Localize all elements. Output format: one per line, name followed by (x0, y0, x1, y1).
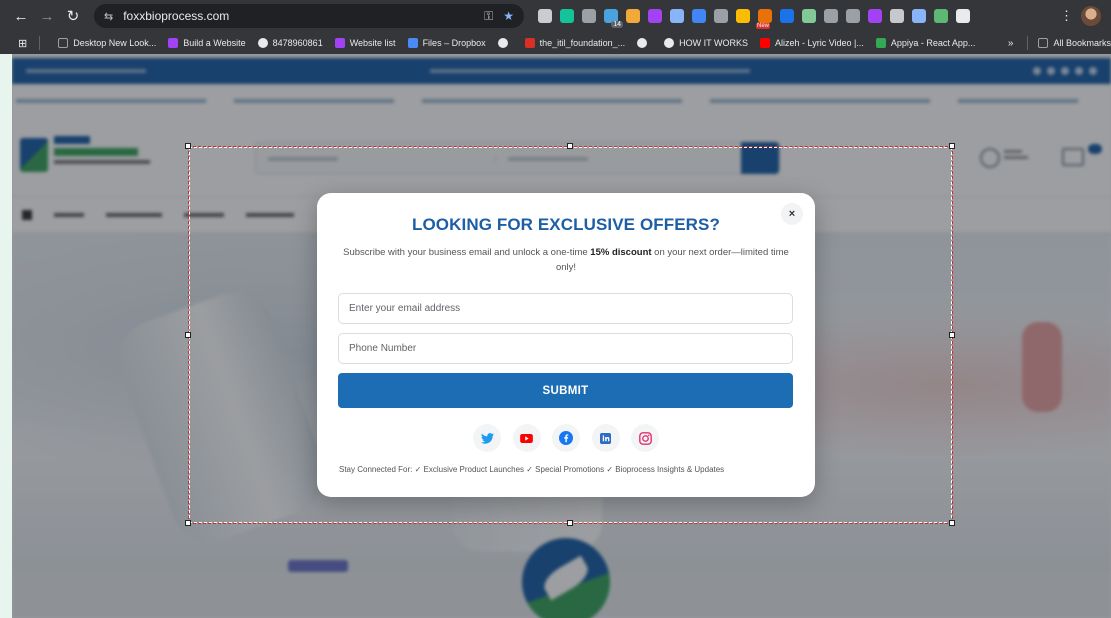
bookmarks-bar: ⊞ Desktop New Look... Build a Website 8478… (0, 32, 1111, 54)
youtube-icon[interactable] (512, 424, 541, 452)
popup-description: Subscribe with your business email and u… (341, 245, 791, 275)
extension-icon[interactable] (582, 9, 596, 23)
back-arrow-icon[interactable]: ← (8, 3, 34, 29)
bookmark-label: Alizeh - Lyric Video |... (775, 38, 864, 48)
social-links (473, 424, 659, 452)
bookmark-item[interactable] (497, 38, 513, 48)
resize-handle[interactable] (185, 332, 191, 338)
more-bookmarks-button[interactable]: » (1008, 38, 1014, 49)
tab-counter-icon[interactable]: 14 (604, 9, 623, 28)
apps-grid-icon[interactable]: ⊞ (18, 37, 27, 50)
resize-handle[interactable] (567, 520, 573, 526)
subscribe-popup: × LOOKING FOR EXCLUSIVE OFFERS? Subscrib… (317, 193, 815, 497)
extension-icon[interactable] (714, 9, 728, 23)
globe-icon (257, 38, 268, 48)
bookmark-label: the_itil_foundation_... (539, 38, 626, 48)
site-icon (168, 38, 179, 48)
resize-handle[interactable] (567, 143, 573, 149)
resize-handle[interactable] (949, 332, 955, 338)
bookmarks-divider (1027, 36, 1029, 50)
resize-handle[interactable] (185, 143, 191, 149)
address-bar[interactable]: ⇆ foxxbioprocess.com ⚿ ★ (94, 4, 524, 28)
profile-avatar[interactable] (1081, 6, 1101, 26)
bookmark-label: HOW IT WORKS (679, 38, 749, 48)
phone-field[interactable] (338, 333, 793, 364)
discount-text: 15% discount (590, 247, 652, 258)
desc-text: Subscribe with your business email and u… (343, 247, 591, 258)
bookmark-item[interactable]: Build a Website (168, 38, 246, 48)
folder-icon (58, 38, 69, 48)
dropbox-icon (407, 38, 418, 48)
bookmark-label: Appiya - React App... (890, 38, 976, 48)
facebook-icon[interactable] (552, 424, 580, 452)
submit-button[interactable]: SUBMIT (338, 373, 793, 408)
instagram-icon[interactable] (631, 424, 659, 452)
app-icon (875, 38, 886, 48)
bookmark-item[interactable]: 8478960861 (257, 38, 323, 48)
browser-menu-icon[interactable]: ⋮ (1060, 8, 1073, 24)
bookmark-item[interactable]: Desktop New Look... (58, 38, 156, 48)
bookmark-label: 8478960861 (272, 38, 323, 48)
extension-icon[interactable] (934, 9, 948, 23)
reload-icon[interactable]: ↻ (60, 3, 86, 29)
bookmark-list: Desktop New Look... Build a Website 847896… (40, 38, 975, 48)
all-bookmarks-button[interactable]: All Bookmarks (1038, 38, 1111, 48)
all-bookmarks-label: All Bookmarks (1053, 38, 1111, 48)
extension-icon[interactable] (736, 9, 750, 23)
bookmark-label: Build a Website (183, 38, 246, 48)
pdf-icon (524, 38, 535, 48)
bookmark-item[interactable] (637, 38, 652, 48)
email-field[interactable] (338, 293, 793, 324)
extension-icon[interactable] (802, 9, 816, 23)
extension-icon[interactable] (780, 9, 794, 23)
site-icon (334, 38, 345, 48)
color-picker-icon[interactable] (626, 9, 640, 23)
extension-badge: 14 (611, 21, 623, 28)
globe-icon (664, 38, 675, 48)
extension-icon[interactable]: New (756, 9, 772, 29)
site-settings-icon[interactable]: ⇆ (104, 10, 113, 23)
resize-handle[interactable] (185, 520, 191, 526)
forward-arrow-icon[interactable]: → (34, 3, 60, 29)
globe-icon (497, 38, 508, 48)
linkedin-icon[interactable] (591, 424, 620, 452)
folder-icon (1038, 38, 1049, 48)
popup-title: LOOKING FOR EXCLUSIVE OFFERS? (412, 215, 720, 234)
bookmark-item[interactable]: Files – Dropbox (407, 38, 486, 48)
grammarly-icon[interactable] (560, 9, 574, 23)
puzzle-icon[interactable] (956, 9, 970, 23)
extension-icon[interactable] (824, 9, 838, 23)
bookmark-item[interactable]: Website list (334, 38, 396, 48)
extension-icon[interactable] (912, 9, 926, 23)
password-key-icon[interactable]: ⚿ (484, 9, 493, 24)
extension-icon[interactable] (846, 9, 860, 23)
extension-icon[interactable] (538, 9, 552, 23)
bookmark-label: Desktop New Look... (73, 38, 157, 48)
bookmark-label: Files – Dropbox (422, 38, 486, 48)
extension-icon[interactable] (692, 9, 706, 23)
bookmark-item[interactable]: Alizeh - Lyric Video |... (760, 38, 864, 48)
globe-icon (637, 38, 648, 48)
resize-handle[interactable] (949, 520, 955, 526)
bookmark-item[interactable]: Appiya - React App... (875, 38, 976, 48)
bookmark-star-icon[interactable]: ★ (503, 9, 514, 23)
youtube-icon (760, 38, 771, 48)
bookmark-item[interactable]: the_itil_foundation_... (524, 38, 626, 48)
bookmark-item[interactable]: HOW IT WORKS (664, 38, 748, 48)
stay-connected-text: Stay Connected For: ✓ Exclusive Product … (339, 465, 725, 474)
extension-icon[interactable] (868, 9, 882, 23)
resize-handle[interactable] (949, 143, 955, 149)
bookmark-label: Website list (349, 38, 396, 48)
bookmarks-overflow: » All Bookmarks (999, 32, 1111, 54)
extension-icon[interactable] (648, 9, 662, 23)
extensions-bar: 14 New (538, 9, 970, 29)
extension-icon[interactable] (670, 9, 684, 23)
twitter-icon[interactable] (473, 424, 501, 452)
new-badge: New (756, 23, 771, 29)
extension-icon[interactable] (890, 9, 904, 23)
browser-toolbar: ← → ↻ ⇆ foxxbioprocess.com ⚿ ★ 14 New ⋮ (0, 0, 1111, 32)
url-text: foxxbioprocess.com (123, 9, 230, 23)
